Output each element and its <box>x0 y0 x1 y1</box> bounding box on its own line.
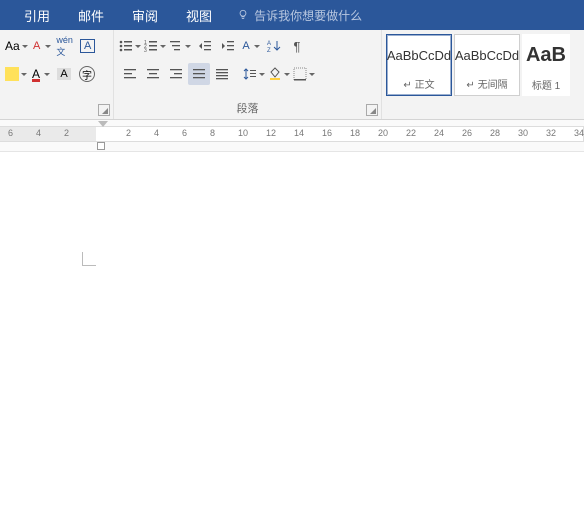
style-nospacing-name: 无间隔 <box>478 80 508 91</box>
char-border-button[interactable]: A <box>77 35 99 57</box>
svg-text:3: 3 <box>144 48 147 53</box>
font-group: Aa A wén文 A A A 字 <box>0 30 114 119</box>
change-case-button[interactable]: Aa <box>5 35 30 57</box>
page-corner-mark <box>82 252 96 266</box>
lightbulb-icon <box>236 8 250 22</box>
align-justify-button[interactable] <box>188 63 210 85</box>
ruler-tick: 14 <box>294 128 304 138</box>
tell-me-search[interactable]: 告诉我你想要做什么 <box>236 7 362 24</box>
hanging-indent-marker[interactable] <box>97 142 105 150</box>
align-right-button[interactable] <box>165 63 187 85</box>
style-nospacing-preview: AaBbCcDd <box>455 35 519 76</box>
style-heading1-name: 标题 1 <box>532 77 560 96</box>
ruler-tick: 28 <box>490 128 500 138</box>
paragraph-dialog-launcher[interactable] <box>366 104 378 116</box>
ruler-tick: 4 <box>36 128 41 138</box>
multilevel-list-button[interactable] <box>169 35 193 57</box>
clear-format-button[interactable]: A <box>31 35 53 57</box>
numbering-button[interactable]: 123 <box>144 35 168 57</box>
ruler-tick: 34 <box>574 128 584 138</box>
para-mark-icon: ↵ <box>466 80 474 91</box>
style-body-name: 正文 <box>415 80 435 91</box>
sort-button[interactable]: AZ <box>263 35 285 57</box>
ruler-tick: 20 <box>378 128 388 138</box>
ruler-tick: 26 <box>462 128 472 138</box>
font-color-button[interactable]: A <box>30 63 52 85</box>
ruler-tick: 32 <box>546 128 556 138</box>
style-heading1[interactable]: AaB 标题 1 <box>522 34 570 96</box>
bullets-button[interactable] <box>119 35 143 57</box>
char-shading-button[interactable]: A <box>53 63 75 85</box>
menu-view[interactable]: 视图 <box>172 0 226 30</box>
document-canvas[interactable] <box>0 152 584 522</box>
ruler-tick: 2 <box>64 128 69 138</box>
decrease-indent-button[interactable] <box>194 35 216 57</box>
style-nospacing[interactable]: AaBbCcDd ↵ 无间隔 <box>454 34 520 96</box>
text-direction-button[interactable]: A <box>240 35 262 57</box>
menu-references[interactable]: 引用 <box>10 0 64 30</box>
borders-button[interactable] <box>293 63 317 85</box>
first-line-indent-marker[interactable] <box>98 121 108 132</box>
horizontal-ruler[interactable]: 642246810121416182022242628303234 <box>0 120 584 152</box>
style-body[interactable]: AaBbCcDd ↵ 正文 <box>386 34 452 96</box>
show-marks-button[interactable]: ¶ <box>286 35 308 57</box>
ribbon: Aa A wén文 A A A 字 123 A AZ <box>0 30 584 120</box>
style-body-preview: AaBbCcDd <box>387 35 451 76</box>
paragraph-group: 123 A AZ ¶ 段落 <box>114 30 382 119</box>
ruler-tick: 30 <box>518 128 528 138</box>
ruler-tick: 10 <box>238 128 248 138</box>
ruler-tick: 2 <box>126 128 131 138</box>
paragraph-group-label: 段落 <box>114 100 381 119</box>
align-center-button[interactable] <box>142 63 164 85</box>
highlight-button[interactable] <box>5 63 29 85</box>
ruler-tick: 4 <box>154 128 159 138</box>
font-group-label <box>0 104 113 119</box>
align-left-button[interactable] <box>119 63 141 85</box>
line-spacing-button[interactable] <box>243 63 267 85</box>
phonetic-guide-button[interactable]: wén文 <box>54 35 76 57</box>
ruler-tick: 24 <box>434 128 444 138</box>
tell-me-placeholder: 告诉我你想要做什么 <box>254 7 362 24</box>
svg-text:A: A <box>267 41 271 47</box>
shading-button[interactable] <box>268 63 292 85</box>
menubar: 引用 邮件 审阅 视图 告诉我你想要做什么 <box>0 0 584 30</box>
enclose-char-button[interactable]: 字 <box>76 63 98 85</box>
ruler-tick: 12 <box>266 128 276 138</box>
increase-indent-button[interactable] <box>217 35 239 57</box>
svg-text:Z: Z <box>267 48 271 53</box>
menu-mail[interactable]: 邮件 <box>64 0 118 30</box>
ruler-tick: 6 <box>8 128 13 138</box>
ruler-tick: 18 <box>350 128 360 138</box>
style-heading1-preview: AaB <box>526 34 566 77</box>
ruler-tick: 8 <box>210 128 215 138</box>
menu-review[interactable]: 审阅 <box>118 0 172 30</box>
align-distribute-button[interactable] <box>211 63 233 85</box>
ruler-tick: 6 <box>182 128 187 138</box>
ruler-tick: 22 <box>406 128 416 138</box>
para-mark-icon: ↵ <box>403 80 411 91</box>
styles-group: AaBbCcDd ↵ 正文 AaBbCcDd ↵ 无间隔 AaB 标题 1 <box>382 30 584 119</box>
ruler-tick: 16 <box>322 128 332 138</box>
font-dialog-launcher[interactable] <box>98 104 110 116</box>
